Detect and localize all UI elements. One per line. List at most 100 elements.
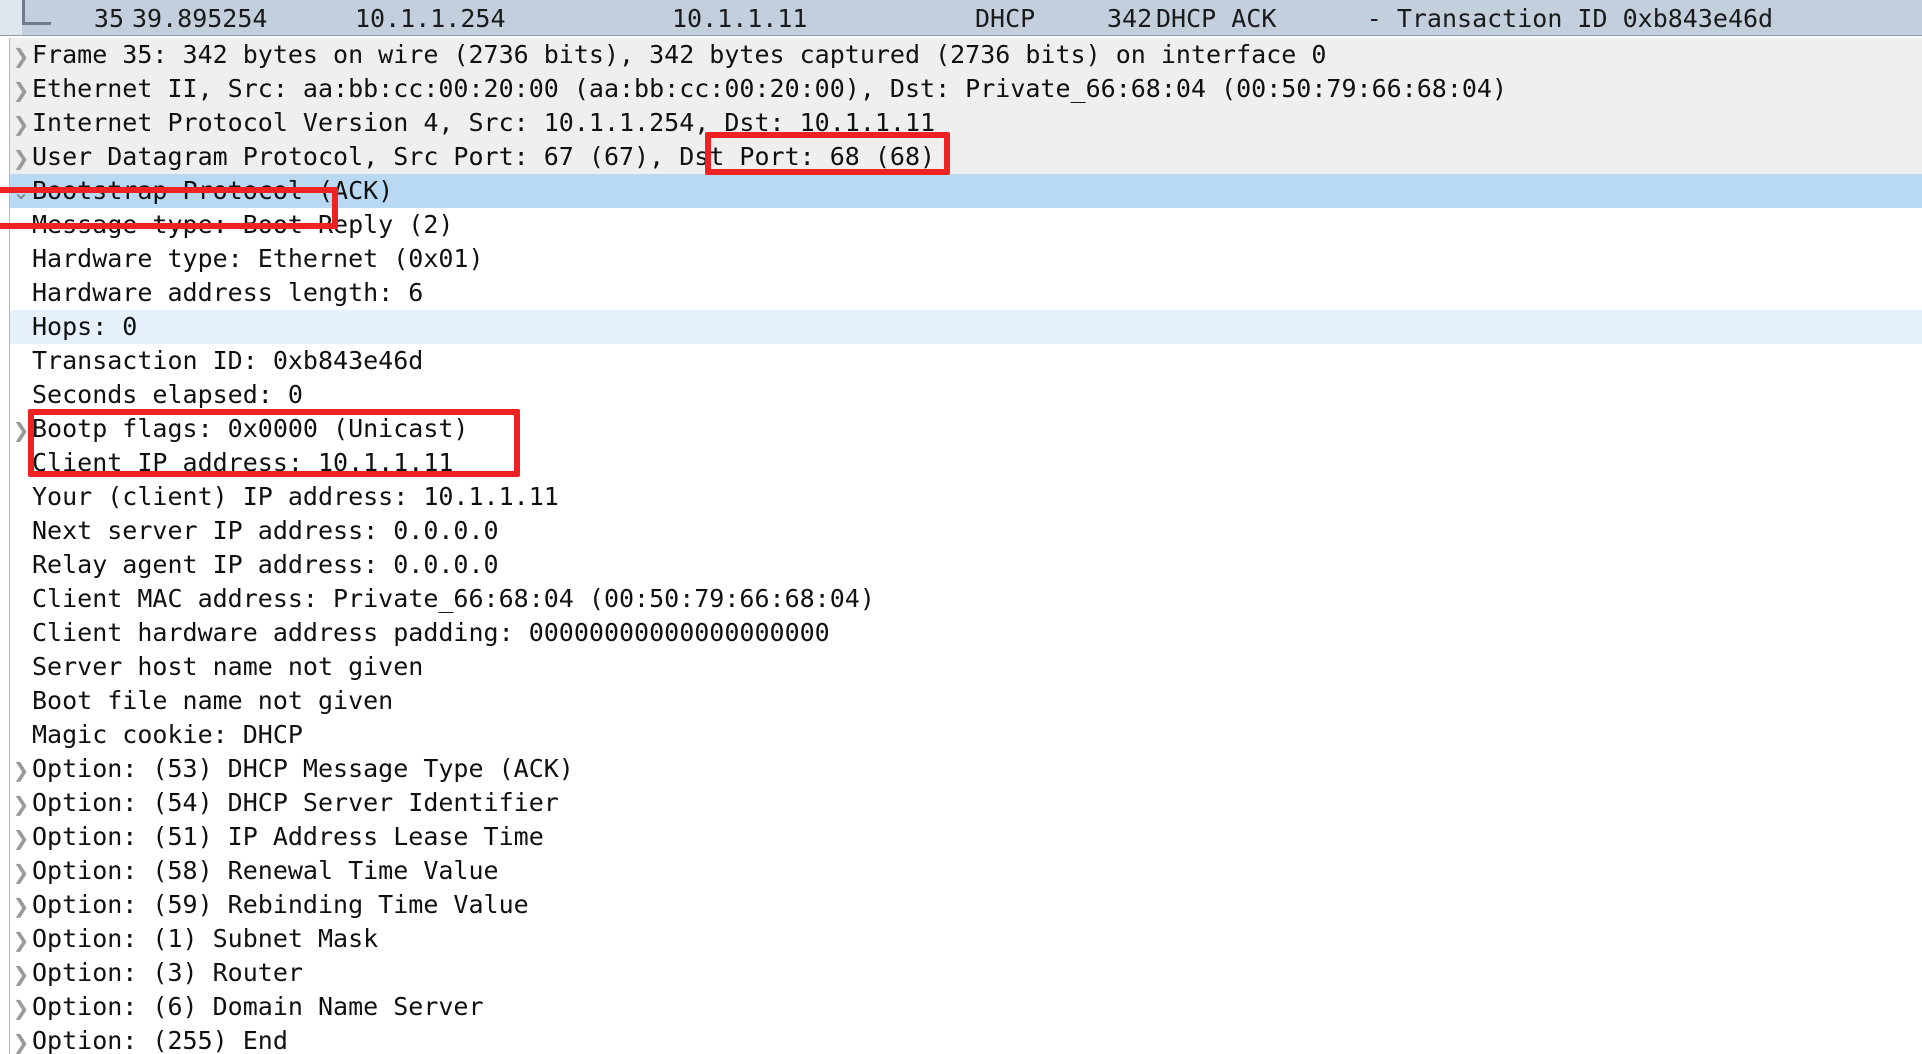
packet-detail-tree[interactable]: ❯ Frame 35: 342 bytes on wire (2736 bits)… <box>0 38 1922 1054</box>
detail-row-hardware-type-label: Hardware type: Ethernet (0x01) <box>32 244 484 273</box>
packet-time-cell: 39.895254 <box>132 4 268 33</box>
detail-row-client-mac[interactable]: Client MAC address: Private_66:68:04 (00… <box>0 582 1922 616</box>
detail-row-bootp-label: Bootstrap Protocol (ACK) <box>32 176 394 205</box>
detail-row-frame-label: Frame 35: 342 bytes on wire (2736 bits),… <box>32 40 1327 69</box>
packet-detail-pane[interactable]: ❯ Frame 35: 342 bytes on wire (2736 bits)… <box>0 36 1922 1054</box>
chevron-right-icon[interactable]: ❯ <box>10 73 32 107</box>
detail-row-client-hw-padding-label: Client hardware address padding: 0000000… <box>32 618 830 647</box>
detail-row-option-3[interactable]: ❯ Option: (3) Router <box>0 956 1922 990</box>
detail-row-option-53[interactable]: ❯ Option: (53) DHCP Message Type (ACK) <box>0 752 1922 786</box>
detail-row-next-server-ip-label: Next server IP address: 0.0.0.0 <box>32 516 499 545</box>
chevron-right-icon[interactable]: ❯ <box>10 923 32 957</box>
chevron-right-icon[interactable]: ❯ <box>10 855 32 889</box>
detail-row-hw-addr-len[interactable]: Hardware address length: 6 <box>0 276 1922 310</box>
detail-row-option-51[interactable]: ❯ Option: (51) IP Address Lease Time <box>0 820 1922 854</box>
detail-row-client-mac-label: Client MAC address: Private_66:68:04 (00… <box>32 584 875 613</box>
detail-row-option-1-label: Option: (1) Subnet Mask <box>32 924 379 953</box>
detail-row-ipv4-label: Internet Protocol Version 4, Src: 10.1.1… <box>32 108 936 137</box>
packet-no-cell: 35 <box>93 4 124 33</box>
detail-row-bootp-flags[interactable]: ❯ Bootp flags: 0x0000 (Unicast) <box>0 412 1922 446</box>
detail-row-hops-label: Hops: 0 <box>32 312 138 341</box>
detail-row-udp-label: User Datagram Protocol, Src Port: 67 (67… <box>32 142 936 171</box>
packet-info-cell: DHCP ACK - Transaction ID 0xb843e46d <box>1156 4 1774 33</box>
detail-row-option-51-label: Option: (51) IP Address Lease Time <box>32 822 544 851</box>
detail-row-relay-agent-ip-label: Relay agent IP address: 0.0.0.0 <box>32 550 499 579</box>
detail-row-option-255[interactable]: ❯ Option: (255) End <box>0 1024 1922 1054</box>
detail-row-boot-file-name-label: Boot file name not given <box>32 686 394 715</box>
detail-row-client-hw-padding[interactable]: Client hardware address padding: 0000000… <box>0 616 1922 650</box>
detail-row-option-255-label: Option: (255) End <box>32 1026 288 1054</box>
detail-row-option-6-label: Option: (6) Domain Name Server <box>32 992 484 1021</box>
packet-list-pane[interactable]: 35 39.895254 10.1.1.254 10.1.1.11 DHCP 3… <box>0 0 1922 36</box>
chevron-right-icon[interactable]: ❯ <box>10 1025 32 1054</box>
detail-row-ipv4[interactable]: ❯ Internet Protocol Version 4, Src: 10.1.… <box>0 106 1922 140</box>
chevron-right-icon[interactable]: ❯ <box>10 957 32 991</box>
detail-row-transaction-id-label: Transaction ID: 0xb843e46d <box>32 346 424 375</box>
chevron-right-icon[interactable]: ❯ <box>10 787 32 821</box>
detail-row-option-59-label: Option: (59) Rebinding Time Value <box>32 890 529 919</box>
chevron-right-icon[interactable]: ❯ <box>10 753 32 787</box>
detail-row-next-server-ip[interactable]: Next server IP address: 0.0.0.0 <box>0 514 1922 548</box>
packet-protocol-cell: DHCP <box>975 4 1036 33</box>
chevron-right-icon[interactable]: ❯ <box>10 107 32 141</box>
chevron-right-icon[interactable]: ❯ <box>10 889 32 923</box>
detail-row-ethernet[interactable]: ❯ Ethernet II, Src: aa:bb:cc:00:20:00 (aa… <box>0 72 1922 106</box>
detail-row-option-58-label: Option: (58) Renewal Time Value <box>32 856 499 885</box>
detail-row-client-ip[interactable]: Client IP address: 10.1.1.11 <box>0 446 1922 480</box>
detail-pane-left-rail <box>0 38 10 1054</box>
detail-row-seconds-elapsed-label: Seconds elapsed: 0 <box>32 380 303 409</box>
detail-row-bootp[interactable]: ⌄ Bootstrap Protocol (ACK) <box>0 174 1922 208</box>
detail-row-option-54[interactable]: ❯ Option: (54) DHCP Server Identifier <box>0 786 1922 820</box>
detail-row-option-53-label: Option: (53) DHCP Message Type (ACK) <box>32 754 574 783</box>
packet-source-cell: 10.1.1.254 <box>355 4 506 33</box>
detail-row-udp[interactable]: ❯ User Datagram Protocol, Src Port: 67 (6… <box>0 140 1922 174</box>
detail-row-server-host-name[interactable]: Server host name not given <box>0 650 1922 684</box>
chevron-down-icon[interactable]: ⌄ <box>10 175 32 209</box>
detail-row-message-type[interactable]: Message type: Boot Reply (2) <box>0 208 1922 242</box>
detail-row-relay-agent-ip[interactable]: Relay agent IP address: 0.0.0.0 <box>0 548 1922 582</box>
detail-row-option-6[interactable]: ❯ Option: (6) Domain Name Server <box>0 990 1922 1024</box>
detail-row-magic-cookie-label: Magic cookie: DHCP <box>32 720 303 749</box>
detail-row-option-54-label: Option: (54) DHCP Server Identifier <box>32 788 559 817</box>
packet-destination-cell: 10.1.1.11 <box>672 4 808 33</box>
detail-row-option-1[interactable]: ❯ Option: (1) Subnet Mask <box>0 922 1922 956</box>
packet-length-cell: 342 <box>1107 4 1153 33</box>
packet-list-row-selected[interactable]: 35 39.895254 10.1.1.254 10.1.1.11 DHCP 3… <box>0 3 1922 35</box>
detail-row-hw-addr-len-label: Hardware address length: 6 <box>32 278 424 307</box>
detail-row-hardware-type[interactable]: Hardware type: Ethernet (0x01) <box>0 242 1922 276</box>
detail-row-frame[interactable]: ❯ Frame 35: 342 bytes on wire (2736 bits)… <box>0 38 1922 72</box>
chevron-right-icon[interactable]: ❯ <box>10 821 32 855</box>
chevron-right-icon[interactable]: ❯ <box>10 413 32 447</box>
chevron-right-icon[interactable]: ❯ <box>10 39 32 73</box>
detail-row-option-58[interactable]: ❯ Option: (58) Renewal Time Value <box>0 854 1922 888</box>
detail-row-option-59[interactable]: ❯ Option: (59) Rebinding Time Value <box>0 888 1922 922</box>
detail-row-your-ip-label: Your (client) IP address: 10.1.1.11 <box>32 482 559 511</box>
detail-row-boot-file-name[interactable]: Boot file name not given <box>0 684 1922 718</box>
detail-row-your-ip[interactable]: Your (client) IP address: 10.1.1.11 <box>0 480 1922 514</box>
detail-row-ethernet-label: Ethernet II, Src: aa:bb:cc:00:20:00 (aa:… <box>32 74 1508 103</box>
detail-row-hops[interactable]: Hops: 0 <box>0 310 1922 344</box>
chevron-right-icon[interactable]: ❯ <box>10 141 32 175</box>
detail-row-magic-cookie[interactable]: Magic cookie: DHCP <box>0 718 1922 752</box>
chevron-right-icon[interactable]: ❯ <box>10 991 32 1025</box>
detail-row-client-ip-label: Client IP address: 10.1.1.11 <box>32 448 454 477</box>
detail-row-message-type-label: Message type: Boot Reply (2) <box>32 210 454 239</box>
detail-row-seconds-elapsed[interactable]: Seconds elapsed: 0 <box>0 378 1922 412</box>
detail-row-bootp-flags-label: Bootp flags: 0x0000 (Unicast) <box>32 414 469 443</box>
detail-row-transaction-id[interactable]: Transaction ID: 0xb843e46d <box>0 344 1922 378</box>
